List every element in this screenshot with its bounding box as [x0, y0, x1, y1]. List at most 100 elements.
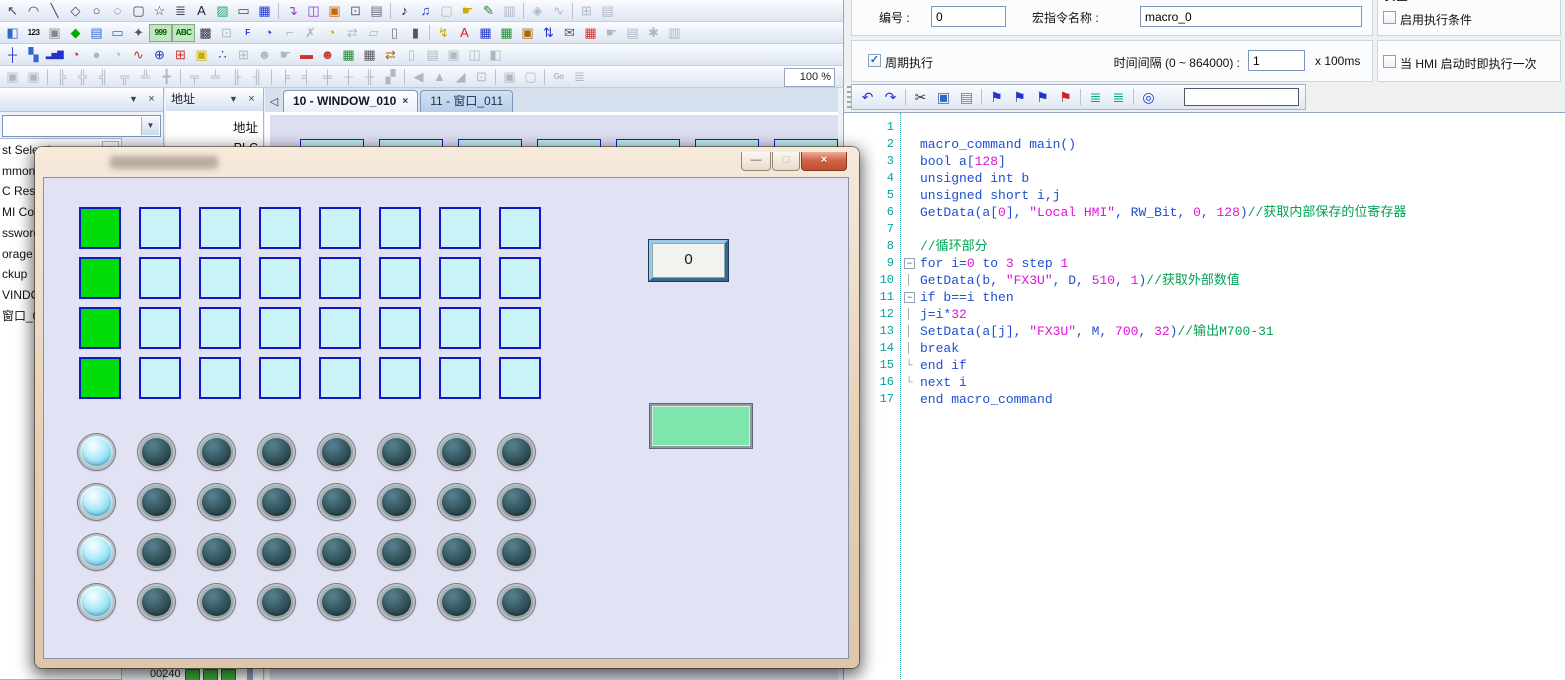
- select-tool-icon[interactable]: ↖: [2, 1, 23, 21]
- window-list-item[interactable]: orage: [2, 246, 33, 262]
- bit-lamp-square-off[interactable]: [499, 357, 541, 399]
- bit-lamp-square-off[interactable]: [379, 307, 421, 349]
- bit-lamp-square-off[interactable]: [379, 207, 421, 249]
- led-indicator-off[interactable]: [258, 484, 295, 520]
- window-list-item[interactable]: ckup: [2, 266, 27, 282]
- bit-lamp-square-off[interactable]: [259, 357, 301, 399]
- bit-lamp-square-off[interactable]: [439, 357, 481, 399]
- pane-close-icon[interactable]: ×: [144, 92, 159, 107]
- open-window-icon[interactable]: ▤: [366, 1, 387, 21]
- periodic-checkbox[interactable]: ✓: [868, 54, 881, 67]
- maximize-button[interactable]: □: [772, 152, 800, 171]
- timer-icon[interactable]: ◔: [258, 23, 279, 43]
- pane-menu-icon[interactable]: ▼: [126, 92, 141, 107]
- user-icon[interactable]: ☻: [317, 45, 338, 65]
- mail-icon[interactable]: ✉: [559, 23, 580, 43]
- line-tool-icon[interactable]: ╲: [44, 1, 65, 21]
- led-indicator-off[interactable]: [438, 484, 475, 520]
- trend-display-icon[interactable]: ∿: [128, 45, 149, 65]
- ellipse-tool-icon[interactable]: ○: [86, 1, 107, 21]
- bit-lamp-square-off[interactable]: [259, 257, 301, 299]
- bit-lamp-icon[interactable]: ◧: [2, 23, 23, 43]
- close-button[interactable]: ×: [801, 152, 847, 171]
- option-list-icon[interactable]: ▤: [86, 23, 107, 43]
- numeric-object-icon[interactable]: 123: [23, 23, 44, 43]
- toggle-bookmark-icon[interactable]: ⚑: [985, 87, 1008, 107]
- led-indicator-off[interactable]: [498, 534, 535, 570]
- splitter-divider[interactable]: [246, 666, 253, 680]
- pane-menu-icon[interactable]: ▼: [226, 92, 241, 107]
- bit-lamp-square-off[interactable]: [379, 357, 421, 399]
- led-indicator-off[interactable]: [258, 434, 295, 470]
- led-indicator-off[interactable]: [318, 584, 355, 620]
- calendar-icon[interactable]: ▦: [580, 23, 601, 43]
- bit-lamp-square-off[interactable]: [259, 307, 301, 349]
- bit-lamp-square-off[interactable]: [319, 357, 361, 399]
- copy-icon[interactable]: ▣: [932, 87, 955, 107]
- bit-lamp-square-off[interactable]: [199, 257, 241, 299]
- fold-toggle-icon[interactable]: −: [904, 292, 915, 303]
- bit-lamp-square-off[interactable]: [439, 307, 481, 349]
- frame-tool-icon[interactable]: ▭: [233, 1, 254, 21]
- led-indicator-off[interactable]: [378, 434, 415, 470]
- window-copy-icon[interactable]: ◫: [303, 1, 324, 21]
- led-indicator-off[interactable]: [378, 534, 415, 570]
- led-indicator-off[interactable]: [198, 534, 235, 570]
- bit-lamp-square-on[interactable]: [79, 257, 121, 299]
- bit-lamp-square-off[interactable]: [499, 307, 541, 349]
- macro-trigger-icon[interactable]: ↯: [433, 23, 454, 43]
- led-indicator-off[interactable]: [498, 484, 535, 520]
- find-replace-icon[interactable]: ◎: [1137, 87, 1160, 107]
- bit-lamp-square-off[interactable]: [319, 257, 361, 299]
- picture-tool-icon[interactable]: ▨: [212, 1, 233, 21]
- bit-lamp-square-off[interactable]: [199, 207, 241, 249]
- outdent-icon[interactable]: ≣: [1107, 87, 1130, 107]
- redo-icon[interactable]: ↷: [879, 87, 902, 107]
- bit-lamp-square-off[interactable]: [139, 257, 181, 299]
- led-indicator-off[interactable]: [378, 584, 415, 620]
- bag-icon[interactable]: ▮: [405, 23, 426, 43]
- led-indicator-off[interactable]: [438, 434, 475, 470]
- calendar-add-icon[interactable]: ▦: [359, 45, 380, 65]
- edit-window-icon[interactable]: ✎: [478, 1, 499, 21]
- macro-search-input[interactable]: [1184, 88, 1299, 106]
- save-window-icon[interactable]: ⊡: [345, 1, 366, 21]
- bit-lamp-square-off[interactable]: [379, 257, 421, 299]
- macro-name-input[interactable]: [1140, 6, 1362, 27]
- event-clock-icon[interactable]: ◔: [321, 23, 342, 43]
- scale-tool-icon[interactable]: ≣: [170, 1, 191, 21]
- macro-id-input[interactable]: [931, 6, 1006, 27]
- function-key-icon[interactable]: F: [237, 23, 258, 43]
- grid-tool-icon[interactable]: ▦: [254, 1, 275, 21]
- led-indicator-off[interactable]: [318, 534, 355, 570]
- meter-icon[interactable]: ◔: [65, 45, 86, 65]
- green-rectangle-indicator[interactable]: [650, 404, 752, 448]
- bit-lamp-square-off[interactable]: [319, 207, 361, 249]
- compass-icon[interactable]: ⊕: [149, 45, 170, 65]
- bar-graph-icon[interactable]: ▂▅▇: [44, 45, 65, 65]
- led-indicator-off[interactable]: [198, 584, 235, 620]
- bit-lamp-square-off[interactable]: [199, 307, 241, 349]
- numeric-display[interactable]: 0: [649, 240, 728, 281]
- picture-view-icon[interactable]: ▣: [191, 45, 212, 65]
- led-indicator-off[interactable]: [318, 434, 355, 470]
- bit-lamp-square-on[interactable]: [79, 307, 121, 349]
- font-manage-icon[interactable]: A: [454, 23, 475, 43]
- rect-tool-icon[interactable]: ▢: [128, 1, 149, 21]
- led-indicator-off[interactable]: [498, 434, 535, 470]
- interval-input[interactable]: [1248, 50, 1305, 71]
- tab-nav-left-icon[interactable]: ◁: [265, 92, 283, 112]
- led-indicator-off[interactable]: [258, 534, 295, 570]
- event-log-icon[interactable]: ▦: [338, 45, 359, 65]
- paste-icon[interactable]: ▤: [955, 87, 978, 107]
- hand-pick-icon[interactable]: ☛: [457, 1, 478, 21]
- led-indicator-off[interactable]: [498, 584, 535, 620]
- bit-lamp-square-off[interactable]: [499, 257, 541, 299]
- exec-condition-checkbox[interactable]: [1383, 11, 1396, 24]
- bit-lamp-square-on[interactable]: [79, 357, 121, 399]
- import-icon[interactable]: ↴: [282, 1, 303, 21]
- tab-10 - WINDOW_010[interactable]: 10 - WINDOW_010×: [283, 90, 418, 112]
- data-block-icon[interactable]: ⇅: [538, 23, 559, 43]
- circle-tool-icon[interactable]: ◌: [107, 1, 128, 21]
- sound-library-icon[interactable]: ♫: [415, 1, 436, 21]
